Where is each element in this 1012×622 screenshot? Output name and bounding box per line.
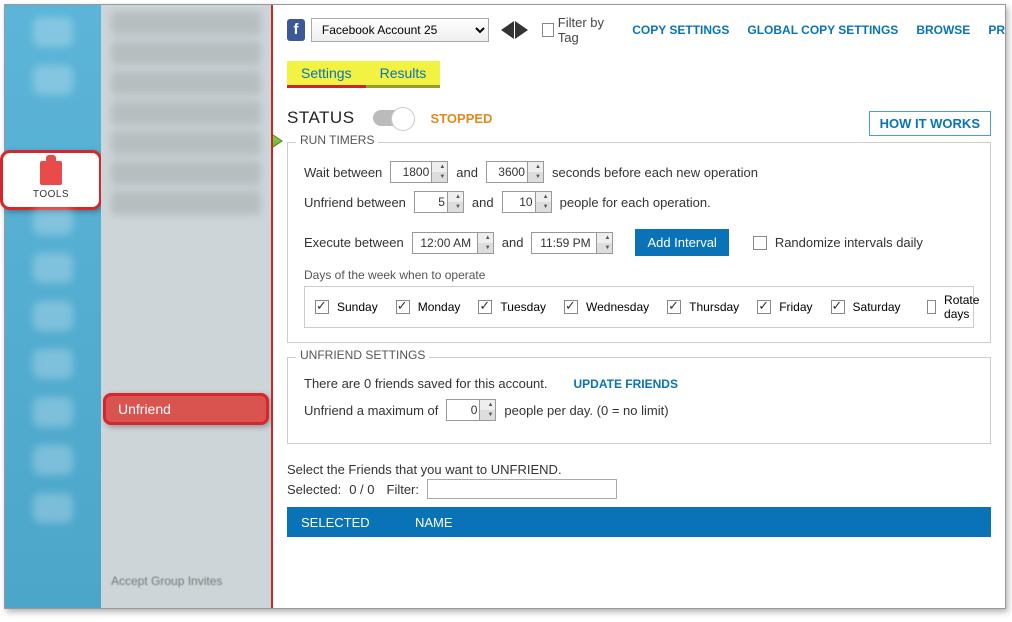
filter-by-tag-checkbox[interactable] (542, 23, 554, 37)
wait-between-label: Wait between (304, 165, 382, 180)
add-interval-button[interactable]: Add Interval (635, 229, 728, 256)
day-saturday[interactable]: Saturday (831, 300, 901, 314)
facebook-icon: f (287, 19, 305, 41)
status-value: STOPPED (431, 111, 493, 126)
tab-settings[interactable]: Settings (287, 61, 366, 88)
max-unfriend-label: Unfriend a maximum of (304, 403, 438, 418)
tool-blur-item[interactable] (111, 11, 261, 35)
nav-blur-item[interactable] (33, 17, 73, 47)
day-monday[interactable]: Monday (396, 300, 461, 314)
friends-table-header: SELECTED NAME (287, 507, 991, 537)
day-tuesday[interactable]: Tuesday (478, 300, 546, 314)
next-account-arrow-icon[interactable] (515, 21, 528, 39)
account-select[interactable]: Facebook Account 25 (311, 18, 489, 42)
tab-results[interactable]: Results (366, 61, 441, 88)
nav-blur-item[interactable] (33, 301, 73, 331)
wait-min-stepper[interactable]: 1800 (390, 161, 448, 183)
randomize-checkbox[interactable] (753, 236, 767, 250)
days-of-week-label: Days of the week when to operate (304, 268, 974, 282)
nav-blur-item[interactable] (33, 349, 73, 379)
day-friday[interactable]: Friday (757, 300, 812, 314)
day-thursday[interactable]: Thursday (667, 300, 739, 314)
nav-blur-item[interactable] (33, 493, 73, 523)
how-it-works-button[interactable]: HOW IT WORKS (869, 111, 991, 136)
nav-blur-item[interactable] (33, 397, 73, 427)
day-wednesday[interactable]: Wednesday (564, 300, 649, 314)
tool-unfriend[interactable]: Unfriend (103, 393, 269, 425)
randomize-checkbox-row[interactable]: Randomize intervals daily (753, 235, 923, 250)
green-arrow-icon (271, 127, 284, 155)
day-sunday[interactable]: Sunday (315, 300, 378, 314)
tool-accept-group-invites[interactable]: Accept Group Invites (111, 574, 222, 588)
tool-blur-item[interactable] (111, 161, 261, 185)
status-toggle[interactable] (373, 110, 413, 126)
tool-blur-item[interactable] (111, 101, 261, 125)
main-panel: f Facebook Account 25 Filter by Tag COPY… (271, 5, 1005, 608)
exec-from-time[interactable]: 12:00 AM (412, 232, 494, 254)
saved-friends-text: There are 0 friends saved for this accou… (304, 376, 548, 391)
clipboard-icon (40, 161, 62, 185)
filter-by-tag[interactable]: Filter by Tag (542, 15, 614, 45)
col-name[interactable]: NAME (407, 515, 453, 530)
update-friends-link[interactable]: UPDATE FRIENDS (574, 377, 678, 391)
copy-settings-link[interactable]: COPY SETTINGS (632, 23, 729, 37)
nav-sidebar: TOOLS (5, 5, 101, 608)
unfriend-min-stepper[interactable]: 5 (414, 191, 464, 213)
tool-blur-item[interactable] (111, 41, 261, 65)
select-friends-text: Select the Friends that you want to UNFR… (287, 462, 1005, 477)
nav-tools-label: TOOLS (33, 189, 69, 200)
tool-blur-item[interactable] (111, 191, 261, 215)
prev-account-arrow-icon[interactable] (501, 21, 514, 39)
unfriend-settings-fieldset: UNFRIEND SETTINGS There are 0 friends sa… (287, 357, 991, 444)
friends-filter-input[interactable] (427, 479, 617, 499)
run-timers-legend: RUN TIMERS (296, 133, 378, 147)
tool-blur-item[interactable] (111, 131, 261, 155)
status-label: STATUS (287, 108, 355, 128)
global-copy-settings-link[interactable]: GLOBAL COPY SETTINGS (747, 23, 898, 37)
filter-label: Filter: (387, 482, 420, 497)
filter-by-tag-label: Filter by Tag (558, 15, 614, 45)
col-selected[interactable]: SELECTED (287, 515, 407, 530)
days-of-week-row: Sunday Monday Tuesday Wednesday Thursday… (304, 286, 974, 328)
tools-list: Unfriend (101, 5, 271, 608)
nav-blur-item[interactable] (33, 253, 73, 283)
nav-blur-item[interactable] (33, 65, 73, 95)
run-timers-fieldset: RUN TIMERS Wait between 1800 and 3600 se… (287, 142, 991, 343)
unfriend-between-label: Unfriend between (304, 195, 406, 210)
wait-max-stepper[interactable]: 3600 (486, 161, 544, 183)
nav-blur-item[interactable] (33, 445, 73, 475)
tool-blur-item[interactable] (111, 71, 261, 95)
nav-tools[interactable]: TOOLS (0, 150, 102, 210)
unfriend-settings-legend: UNFRIEND SETTINGS (296, 348, 429, 362)
unfriend-max-stepper[interactable]: 10 (502, 191, 552, 213)
execute-between-label: Execute between (304, 235, 404, 250)
pr-link[interactable]: PR (988, 23, 1005, 37)
selected-label: Selected: (287, 482, 341, 497)
rotate-days[interactable]: Rotate days (927, 293, 984, 321)
browse-link[interactable]: BROWSE (916, 23, 970, 37)
nav-blur-item[interactable] (33, 205, 73, 235)
exec-to-time[interactable]: 11:59 PM (531, 232, 613, 254)
max-unfriend-stepper[interactable]: 0 (446, 399, 496, 421)
selected-count: 0 / 0 (349, 482, 374, 497)
